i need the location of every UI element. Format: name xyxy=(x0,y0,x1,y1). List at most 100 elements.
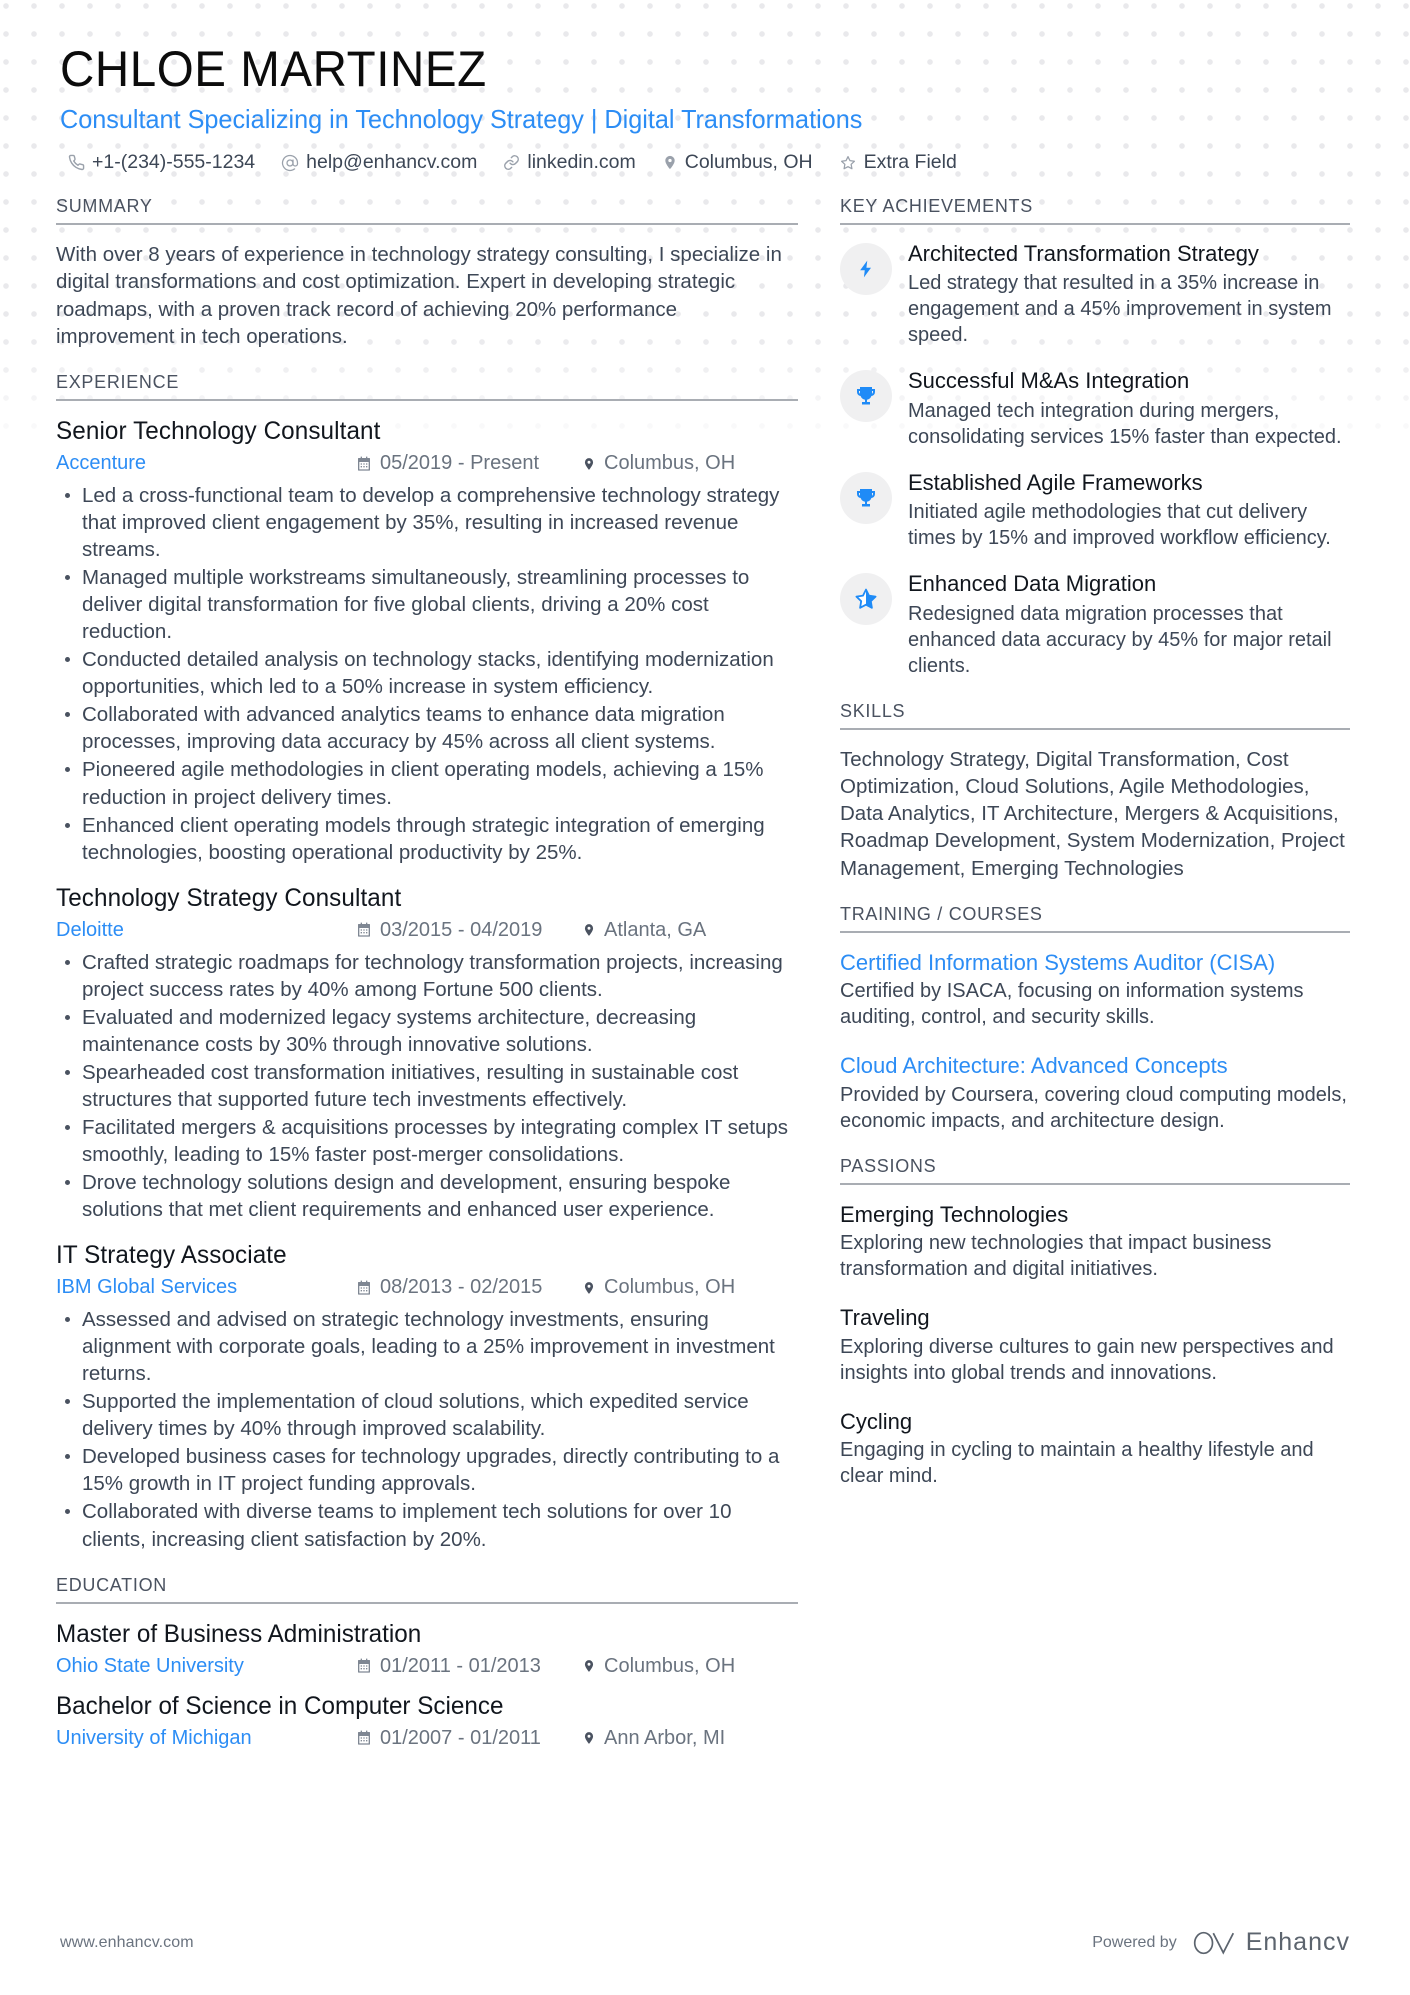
passion-desc: Engaging in cycling to maintain a health… xyxy=(840,1439,1314,1488)
job-location: Atlanta, GA xyxy=(582,919,706,942)
achievement-desc: Led strategy that resulted in a 35% incr… xyxy=(908,272,1332,347)
resume-page: CHLOE MARTINEZ Consultant Specializing i… xyxy=(0,0,1410,1995)
job-bullet: Enhanced client operating models through… xyxy=(56,812,798,866)
education-location-text: Columbus, OH xyxy=(604,1654,736,1677)
footer-url[interactable]: www.enhancv.com xyxy=(60,1934,194,1952)
job-meta: Accenture 05/2019 - Present Columbus, OH xyxy=(56,452,798,475)
job-bullet: Supported the implementation of cloud so… xyxy=(56,1388,798,1442)
achievement-title: Architected Transformation Strategy xyxy=(908,241,1259,266)
passion-item: Cycling Engaging in cycling to maintain … xyxy=(840,1408,1350,1490)
footer-branding: Powered by Enhancv xyxy=(1092,1928,1350,1957)
contact-phone[interactable]: +1-(234)-555-1234 xyxy=(68,151,255,174)
enhancv-logo: Enhancv xyxy=(1191,1928,1350,1957)
job-location: Columbus, OH xyxy=(582,1276,735,1299)
calendar-icon xyxy=(356,1280,372,1296)
training-title[interactable]: Certified Information Systems Auditor (C… xyxy=(840,949,1350,977)
job-bullet: Facilitated mergers & acquisitions proce… xyxy=(56,1114,798,1168)
job-bullet: Spearheaded cost transformation initiati… xyxy=(56,1059,798,1113)
education-meta: University of Michigan 01/2007 - 01/2011 xyxy=(56,1727,798,1750)
passion-item: Traveling Exploring diverse cultures to … xyxy=(840,1304,1350,1386)
achievement-icon-circle xyxy=(840,471,892,524)
passion-title: Emerging Technologies xyxy=(840,1201,1069,1227)
achievement-icon-circle xyxy=(840,243,892,295)
achievement-item: Architected Transformation Strategy Led … xyxy=(840,241,1350,348)
school-name[interactable]: University of Michigan xyxy=(56,1727,356,1750)
calendar-icon xyxy=(356,1730,372,1746)
achievement-desc: Managed tech integration during mergers,… xyxy=(908,399,1342,448)
resume-header: CHLOE MARTINEZ Consultant Specializing i… xyxy=(0,0,1410,174)
job-bullet: Collaborated with advanced analytics tea… xyxy=(56,701,798,755)
job-bullet: Developed business cases for technology … xyxy=(56,1443,798,1497)
contact-linkedin-text: linkedin.com xyxy=(527,151,636,173)
passions-section: PASSIONS Emerging Technologies Exploring… xyxy=(840,1156,1350,1490)
education-item: Bachelor of Science in Computer Science … xyxy=(56,1692,798,1750)
contact-linkedin[interactable]: linkedin.com xyxy=(503,151,636,174)
experience-item: Technology Strategy Consultant Deloitte … xyxy=(56,884,798,1223)
training-desc: Certified by ISACA, focusing on informat… xyxy=(840,980,1304,1029)
resume-footer: www.enhancv.com Powered by Enhancv xyxy=(0,1928,1410,1957)
achievement-item: Successful M&As Integration Managed tech… xyxy=(840,368,1350,449)
job-meta: IBM Global Services 08/2013 - 02/2015 Co… xyxy=(56,1276,798,1299)
location-pin-icon xyxy=(582,456,596,472)
right-column: KEY ACHIEVEMENTS Architected Transformat… xyxy=(840,196,1350,1511)
job-location-text: Columbus, OH xyxy=(604,1276,736,1299)
job-location-text: Columbus, OH xyxy=(604,452,736,474)
job-bullets: Crafted strategic roadmaps for technolog… xyxy=(56,949,798,1223)
training-heading: TRAINING / COURSES xyxy=(840,904,1350,933)
contact-row: +1-(234)-555-1234 help@enhancv.com linke… xyxy=(60,151,1350,174)
left-column: SUMMARY With over 8 years of experience … xyxy=(56,196,798,1772)
passion-item: Emerging Technologies Exploring new tech… xyxy=(840,1201,1350,1283)
email-icon xyxy=(281,154,299,172)
training-item: Cloud Architecture: Advanced Concepts Pr… xyxy=(840,1052,1350,1134)
experience-item: Senior Technology Consultant Accenture 0… xyxy=(56,417,798,866)
job-company[interactable]: Deloitte xyxy=(56,919,356,942)
job-bullets: Led a cross-functional team to develop a… xyxy=(56,482,798,866)
job-bullet: Crafted strategic roadmaps for technolog… xyxy=(56,949,798,1003)
enhancv-wordmark: Enhancv xyxy=(1245,1928,1350,1956)
job-title: Senior Technology Consultant xyxy=(56,417,381,445)
experience-section: EXPERIENCE Senior Technology Consultant … xyxy=(56,372,798,1553)
key-achievements-heading: KEY ACHIEVEMENTS xyxy=(840,196,1350,225)
powered-by-label: Powered by xyxy=(1092,1933,1177,1951)
key-achievements-section: KEY ACHIEVEMENTS Architected Transformat… xyxy=(840,196,1350,679)
location-pin-icon xyxy=(582,1658,596,1674)
calendar-icon xyxy=(356,456,372,472)
training-desc: Provided by Coursera, covering cloud com… xyxy=(840,1083,1347,1132)
job-bullet: Drove technology solutions design and de… xyxy=(56,1169,798,1223)
job-date: 03/2015 - 04/2019 xyxy=(356,919,582,942)
achievement-title: Enhanced Data Migration xyxy=(908,571,1157,597)
skills-section: SKILLS Technology Strategy, Digital Tran… xyxy=(840,701,1350,882)
education-location: Columbus, OH xyxy=(582,1655,735,1678)
job-date-text: 03/2015 - 04/2019 xyxy=(380,918,543,941)
star-outline-icon xyxy=(839,154,857,172)
location-pin-icon xyxy=(662,154,678,171)
job-location-text: Atlanta, GA xyxy=(604,918,707,941)
achievement-desc: Redesigned data migration processes that… xyxy=(908,602,1332,677)
location-pin-icon xyxy=(582,1730,596,1746)
school-name[interactable]: Ohio State University xyxy=(56,1655,356,1678)
contact-location-text: Columbus, OH xyxy=(684,151,813,173)
job-company[interactable]: IBM Global Services xyxy=(56,1276,356,1299)
calendar-icon xyxy=(356,1658,372,1674)
job-bullet: Pioneered agile methodologies in client … xyxy=(56,756,798,810)
contact-email[interactable]: help@enhancv.com xyxy=(281,151,477,174)
degree-title: Bachelor of Science in Computer Science xyxy=(56,1691,504,1720)
job-location: Columbus, OH xyxy=(582,452,735,475)
contact-email-text: help@enhancv.com xyxy=(306,151,478,173)
candidate-name: CHLOE MARTINEZ xyxy=(60,41,487,97)
summary-heading: SUMMARY xyxy=(56,196,798,225)
skills-text: Technology Strategy, Digital Transformat… xyxy=(840,747,1345,880)
job-date: 05/2019 - Present xyxy=(356,452,582,475)
contact-extra-field: Extra Field xyxy=(839,151,957,174)
passion-desc: Exploring diverse cultures to gain new p… xyxy=(840,1335,1334,1384)
education-date-text: 01/2011 - 01/2013 xyxy=(380,1654,541,1677)
job-bullet: Conducted detailed analysis on technolog… xyxy=(56,646,798,700)
location-pin-icon xyxy=(582,1280,596,1296)
link-icon xyxy=(503,154,520,171)
education-date: 01/2007 - 01/2011 xyxy=(356,1727,582,1750)
education-location-text: Ann Arbor, MI xyxy=(604,1726,726,1749)
contact-extra-field-text: Extra Field xyxy=(863,151,957,173)
job-company[interactable]: Accenture xyxy=(56,452,356,475)
training-title[interactable]: Cloud Architecture: Advanced Concepts xyxy=(840,1052,1350,1080)
education-location: Ann Arbor, MI xyxy=(582,1727,725,1750)
